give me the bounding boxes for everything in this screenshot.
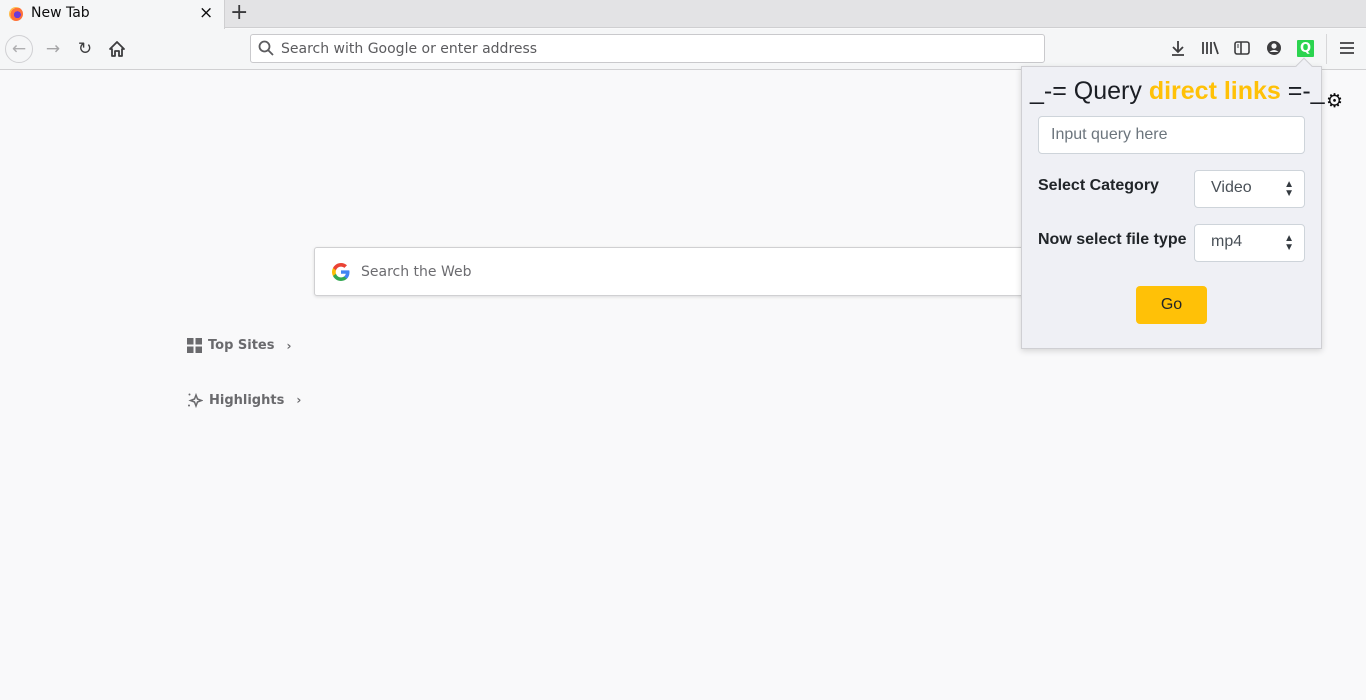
library-icon[interactable] — [1199, 37, 1221, 59]
account-icon[interactable] — [1263, 37, 1285, 59]
download-icon[interactable] — [1167, 37, 1189, 59]
new-tab-button[interactable]: + — [230, 0, 248, 25]
title-prefix: _-= Query — [1030, 77, 1149, 105]
go-button[interactable]: Go — [1136, 286, 1207, 324]
grid-icon — [187, 338, 202, 353]
category-label: Select Category — [1038, 177, 1159, 194]
tab-bar: New Tab × + — [0, 0, 1366, 29]
search-icon — [258, 40, 274, 56]
select-updown-icon: ▲ ▼ — [1284, 233, 1294, 253]
extension-popup: _-= Query direct links =-_ Select Catego… — [1021, 57, 1325, 349]
chevron-right-icon: › — [286, 338, 292, 353]
tab-new-tab[interactable]: New Tab × — [0, 0, 225, 29]
hamburger-menu-icon[interactable] — [1336, 37, 1358, 59]
back-button[interactable]: ← — [5, 35, 33, 63]
query-input[interactable] — [1038, 116, 1305, 154]
close-tab-icon[interactable]: × — [199, 3, 213, 23]
web-search-input[interactable] — [361, 260, 961, 284]
home-button[interactable] — [103, 35, 131, 63]
extension-q-icon[interactable]: Q — [1297, 40, 1314, 57]
filetype-value: mp4 — [1211, 233, 1243, 250]
title-highlight: direct links — [1148, 77, 1281, 105]
toolbar-separator — [1326, 34, 1327, 64]
reload-button[interactable]: ↻ — [71, 35, 99, 63]
forward-button[interactable]: → — [39, 35, 67, 63]
title-suffix: =-_ — [1280, 77, 1325, 105]
home-icon — [109, 41, 125, 57]
select-updown-icon: ▲ ▼ — [1284, 179, 1294, 199]
top-sites-label: Top Sites — [208, 338, 275, 353]
highlights-section[interactable]: Highlights › — [187, 392, 301, 408]
top-sites-section[interactable]: Top Sites › — [187, 338, 291, 353]
gear-icon[interactable]: ⚙ — [1326, 90, 1343, 112]
google-icon — [332, 263, 350, 281]
category-select[interactable]: Video ▲ ▼ — [1194, 170, 1305, 208]
tab-title: New Tab — [31, 5, 90, 21]
sidebar-icon[interactable] — [1231, 37, 1253, 59]
sparkle-icon — [188, 392, 203, 408]
chevron-right-icon: › — [296, 393, 302, 407]
popup-title: _-= Query direct links =-_ — [1030, 77, 1325, 106]
firefox-icon — [9, 7, 23, 21]
category-value: Video — [1211, 179, 1252, 196]
filetype-label: Now select file type — [1038, 231, 1187, 248]
url-bar[interactable] — [250, 34, 1045, 63]
nav-bar: ← → ↻ Q — [0, 29, 1366, 70]
filetype-select[interactable]: mp4 ▲ ▼ — [1194, 224, 1305, 262]
web-search-box[interactable] — [314, 247, 1054, 296]
address-input[interactable] — [281, 38, 1021, 60]
highlights-label: Highlights — [209, 392, 285, 408]
